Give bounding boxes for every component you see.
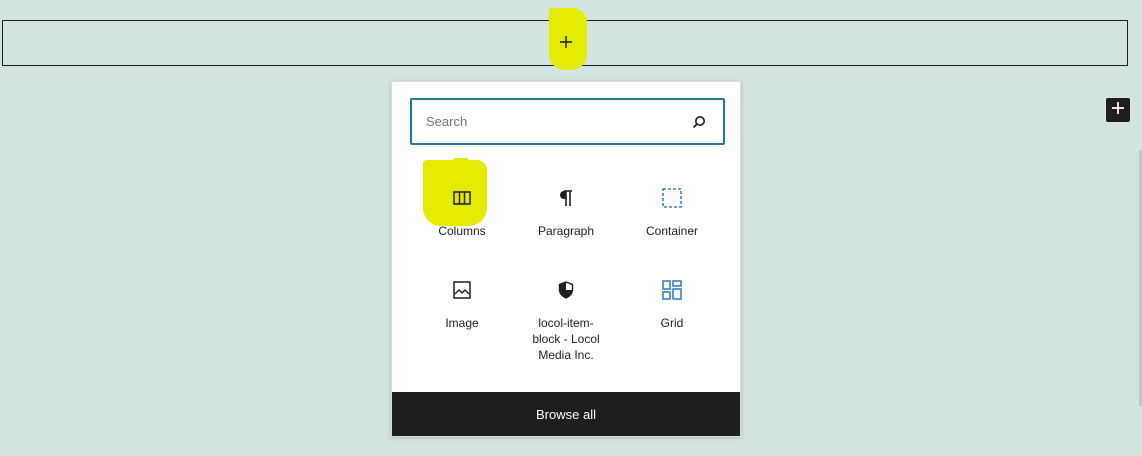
plus-icon	[559, 35, 573, 54]
paragraph-icon	[554, 186, 578, 210]
container-icon	[660, 186, 684, 210]
plus-icon	[1111, 101, 1125, 120]
side-inserter-button[interactable]	[1106, 98, 1130, 122]
grid-icon	[660, 278, 684, 302]
image-icon	[450, 278, 474, 302]
block-label: Paragraph	[537, 224, 595, 238]
block-label: locol-item-block - Locol Media Inc.	[532, 316, 600, 362]
add-block-button[interactable]	[556, 34, 576, 54]
columns-icon	[450, 186, 474, 210]
block-label: Container	[645, 224, 699, 238]
browse-all-button[interactable]: Browse all	[392, 392, 740, 436]
block-label: Grid	[660, 316, 684, 330]
block-label: Image	[445, 316, 479, 330]
block-inserter-popover: Columns Paragraph Container	[391, 81, 741, 437]
shield-icon	[554, 278, 578, 302]
block-item-grid[interactable]: Grid	[620, 278, 724, 331]
block-item-image[interactable]: Image	[410, 278, 514, 331]
block-item-container[interactable]: Container	[620, 186, 724, 239]
block-item-paragraph[interactable]: Paragraph	[514, 186, 618, 239]
block-label: Columns	[438, 224, 486, 238]
block-item-locol-item-block[interactable]: locol-item-block - Locol Media Inc.	[514, 278, 618, 363]
search-field[interactable]	[410, 98, 725, 145]
search-input[interactable]	[412, 100, 687, 143]
search-icon[interactable]	[687, 110, 711, 134]
